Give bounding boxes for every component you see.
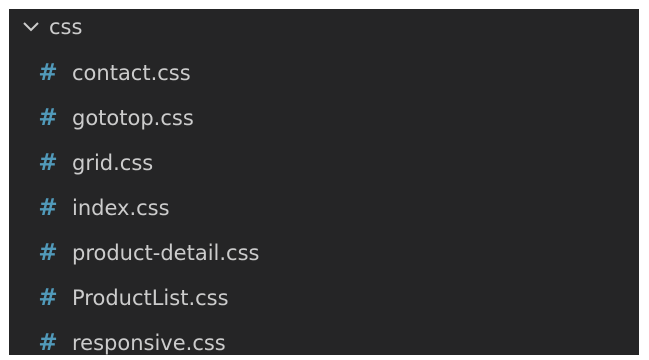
file-item-responsive-css[interactable]: # responsive.css: [9, 322, 639, 355]
hash-icon: #: [38, 150, 58, 176]
file-item-index-css[interactable]: # index.css: [9, 187, 639, 232]
file-item-contact-css[interactable]: # contact.css: [9, 52, 639, 97]
file-name: product-detail.css: [72, 241, 260, 265]
file-explorer: css # contact.css # gototop.css # grid.c…: [9, 9, 639, 355]
file-item-productlist-css[interactable]: # ProductList.css: [9, 277, 639, 322]
file-name: gototop.css: [72, 106, 194, 130]
folder-name: css: [49, 15, 83, 39]
hash-icon: #: [38, 285, 58, 311]
file-list: # contact.css # gototop.css # grid.css #…: [9, 52, 639, 355]
hash-icon: #: [38, 60, 58, 86]
folder-css[interactable]: css: [9, 9, 639, 49]
file-item-grid-css[interactable]: # grid.css: [9, 142, 639, 187]
hash-icon: #: [38, 330, 58, 355]
file-name: ProductList.css: [72, 286, 229, 310]
file-name: index.css: [72, 196, 170, 220]
file-item-product-detail-css[interactable]: # product-detail.css: [9, 232, 639, 277]
hash-icon: #: [38, 195, 58, 221]
file-name: contact.css: [72, 61, 191, 85]
file-name: responsive.css: [72, 331, 226, 355]
file-name: grid.css: [72, 151, 154, 175]
hash-icon: #: [38, 240, 58, 266]
chevron-down-icon[interactable]: [22, 20, 40, 34]
hash-icon: #: [38, 105, 58, 131]
file-item-gototop-css[interactable]: # gototop.css: [9, 97, 639, 142]
